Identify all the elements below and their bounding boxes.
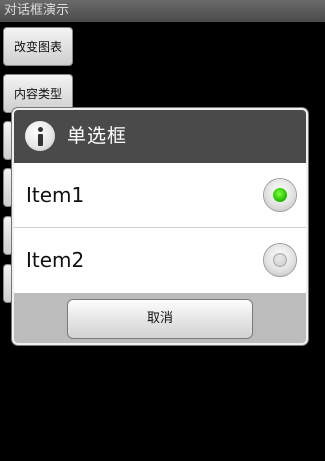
- info-icon: [25, 121, 55, 151]
- single-choice-dialog: 单选框 Item1 Item2 取消: [12, 108, 308, 345]
- radio-item-label: Item1: [26, 183, 85, 207]
- change-chart-button[interactable]: 改变图表: [3, 27, 73, 66]
- radio-item-item1[interactable]: Item1: [14, 163, 306, 228]
- radio-item-item2[interactable]: Item2: [14, 228, 306, 292]
- cancel-button[interactable]: 取消: [67, 299, 253, 339]
- radio-button-unchecked[interactable]: [264, 244, 296, 276]
- dialog-title: 单选框: [67, 125, 128, 147]
- radio-button-checked[interactable]: [264, 179, 296, 211]
- radio-item-label: Item2: [26, 248, 85, 272]
- app-title-bar: 对话框演示: [0, 0, 325, 22]
- app-title: 对话框演示: [4, 3, 70, 18]
- dialog-footer: 取消: [14, 293, 306, 343]
- dialog-header: 单选框: [14, 110, 306, 163]
